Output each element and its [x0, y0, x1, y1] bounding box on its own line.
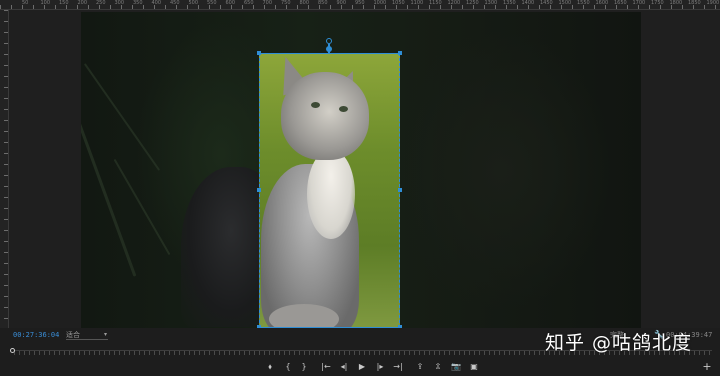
ruler-label: 1300 [484, 0, 498, 6]
ruler-label: 800 [299, 0, 310, 6]
watermark: 知乎 @咕鸽北度 [545, 332, 693, 354]
branch-shape [83, 63, 161, 171]
play-button[interactable]: ▶ [355, 360, 369, 374]
ruler-label: 450 [170, 0, 180, 6]
ruler-label: 1650 [614, 0, 627, 6]
chevron-down-icon: ▾ [103, 331, 107, 338]
ruler-label: 750 [281, 0, 291, 6]
fit-dropdown-value: 适合 [66, 331, 80, 339]
ruler-label: 300 [114, 0, 125, 6]
left-ruler-ticks [4, 10, 8, 328]
transform-handle-right[interactable] [398, 188, 402, 192]
comparison-view-button[interactable]: ▣ [467, 360, 481, 374]
ruler-label: 350 [133, 0, 143, 6]
ruler-label: 1500 [558, 0, 572, 6]
transport-controls: ⬧ { } |← ◂| ▶ |▸ →| ⇪ ⇫ 📷 ▣ + [0, 358, 720, 376]
camera-icon[interactable]: 📷 [449, 360, 463, 374]
ruler-label: 650 [244, 0, 254, 6]
extract-button[interactable]: ⇫ [431, 360, 445, 374]
go-to-out-button[interactable]: →| [391, 360, 405, 374]
ruler-label: 1750 [651, 0, 664, 6]
ruler-label: 950 [355, 0, 365, 6]
ruler-label: 1200 [447, 0, 461, 6]
ruler-label: 1400 [521, 0, 535, 6]
ruler-label: 250 [96, 0, 106, 6]
ruler-label: 400 [151, 0, 162, 6]
go-to-in-button[interactable]: |← [319, 360, 333, 374]
ruler-label: 1850 [688, 0, 701, 6]
ruler-label: 1550 [577, 0, 590, 6]
ruler-label: 50 [22, 0, 29, 6]
add-marker-button[interactable]: ⬧ [263, 360, 277, 374]
lift-button[interactable]: ⇪ [413, 360, 427, 374]
transform-handle-top-left[interactable] [257, 51, 261, 55]
anchor-point[interactable] [326, 46, 332, 52]
button-editor-button[interactable]: + [700, 360, 714, 374]
ruler-label: 200 [77, 0, 88, 6]
transform-handle-left[interactable] [257, 188, 261, 192]
step-back-button[interactable]: ◂| [337, 360, 351, 374]
step-forward-button[interactable]: |▸ [373, 360, 387, 374]
ruler-label: 1900 [706, 0, 720, 6]
ruler-label: 1250 [466, 0, 479, 6]
ruler-label: 900 [336, 0, 347, 6]
top-ruler: 50 100 150 200 250 300 350 400 450 500 550 600 650 70… [0, 0, 720, 10]
transform-bounding-box[interactable] [259, 53, 400, 328]
current-timecode[interactable]: 00:27:36:04 [13, 328, 59, 342]
ruler-label: 600 [225, 0, 236, 6]
ruler-label: 850 [318, 0, 328, 6]
ruler-label: 1600 [595, 0, 609, 6]
ruler-label: 150 [59, 0, 69, 6]
ruler-label: 100 [40, 0, 51, 6]
ruler-label: 700 [262, 0, 273, 6]
ruler-label: 550 [207, 0, 217, 6]
ruler-label: 1350 [503, 0, 516, 6]
mark-out-button[interactable]: } [297, 360, 311, 374]
ruler-label: 1050 [392, 0, 405, 6]
transform-handle-top-right[interactable] [398, 51, 402, 55]
ruler-label: 1450 [540, 0, 553, 6]
fit-dropdown[interactable]: 适合 ▾ [66, 331, 108, 340]
ruler-label: 1100 [410, 0, 424, 6]
mark-in-button[interactable]: { [281, 360, 295, 374]
ruler-label: 1150 [429, 0, 442, 6]
ruler-label: 500 [188, 0, 199, 6]
ruler-label: 1800 [669, 0, 683, 6]
ruler-label: 1700 [632, 0, 646, 6]
left-ruler [0, 10, 9, 328]
ruler-label: 1000 [373, 0, 387, 6]
playhead-icon[interactable] [10, 348, 15, 353]
